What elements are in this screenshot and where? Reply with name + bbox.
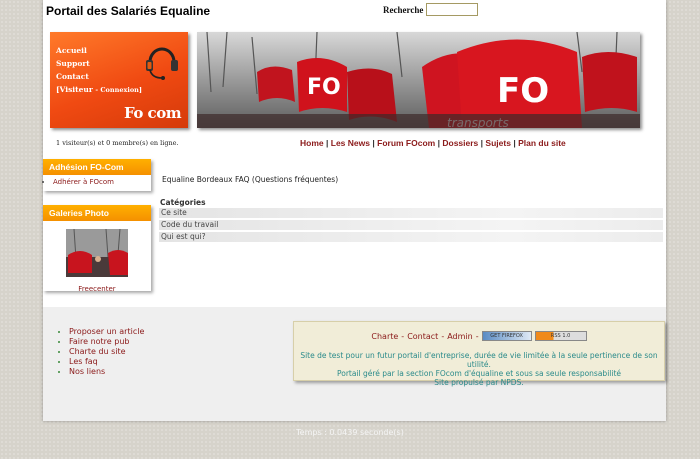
footer: Proposer un article Faire notre pub Char… (43, 307, 666, 421)
adhesion-block: Adhésion FO-Com Adhérer à FOcom (43, 159, 151, 191)
visitor-login: - Connexion] (95, 86, 142, 94)
list-item: Charte du site (69, 347, 144, 357)
list-item: Faire notre pub (69, 337, 144, 347)
menu-support[interactable]: Support (56, 57, 142, 70)
gallery-caption[interactable]: Freecenter (43, 285, 151, 293)
footer-credits: Charte - Contact - Admin - GET FIREFOX R… (294, 331, 664, 341)
svg-text:FO: FO (497, 71, 549, 111)
adhesion-title: Adhésion FO-Com (43, 159, 151, 175)
footer-link-proposer-article[interactable]: Proposer un article (69, 327, 144, 336)
list-item: Proposer un article (69, 327, 144, 337)
galleries-title: Galeries Photo (43, 205, 151, 221)
credit-separator: - (441, 331, 445, 341)
credit-separator: - (475, 331, 479, 341)
search-area: Recherche (383, 3, 479, 16)
nav-home[interactable]: Home (300, 138, 324, 148)
footer-link-faq[interactable]: Les faq (69, 357, 98, 366)
footer-link-faire-pub[interactable]: Faire notre pub (69, 337, 129, 346)
list-item: Nos liens (69, 367, 144, 377)
logo-brand: Fo com (124, 104, 182, 122)
visitor-login-link[interactable]: [Visiteur - Connexion] (56, 83, 142, 97)
nav-sujets[interactable]: Sujets (485, 138, 511, 148)
info-line-1: Site de test pour un futur portail d'ent… (300, 351, 658, 369)
banner-image: FO FO transports (197, 32, 640, 128)
menu-accueil[interactable]: Accueil (56, 44, 142, 57)
nav-plan-du-site[interactable]: Plan du site (518, 138, 566, 148)
visitor-prefix: [Visiteur (56, 85, 93, 94)
category-qui-est-qui[interactable]: Qui est qui? (159, 232, 663, 242)
site-title: Portail des Salariés Equaline (46, 4, 211, 18)
footer-info-text: Site de test pour un futur portail d'ent… (294, 351, 664, 387)
credit-separator: - (401, 331, 405, 341)
footer-links: Proposer un article Faire notre pub Char… (61, 327, 144, 377)
headset-icon (146, 47, 178, 80)
nav-separator: | (480, 138, 484, 148)
adhesion-list: Adhérer à FOcom (43, 178, 151, 186)
categories-heading: Catégories (160, 198, 206, 207)
faq-title: Equaline Bordeaux FAQ (Questions fréquen… (162, 175, 339, 184)
online-status: 1 visiteur(s) et 0 membre(s) en ligne. (56, 139, 179, 147)
nav-dossiers[interactable]: Dossiers (442, 138, 478, 148)
rss-badge[interactable]: RSS 1.0 (534, 331, 587, 341)
galleries-block: Galeries Photo Freecenter (43, 205, 151, 293)
nav-separator: | (372, 138, 375, 148)
nav-separator: | (437, 138, 440, 148)
gallery-photo (66, 229, 128, 277)
footer-info-box: Charte - Contact - Admin - GET FIREFOX R… (293, 321, 665, 387)
credit-contact[interactable]: Contact (407, 332, 438, 341)
list-item: Adhérer à FOcom (53, 178, 151, 186)
credit-admin[interactable]: Admin (447, 332, 473, 341)
render-time: Temps : 0.0439 seconde(s) (296, 428, 404, 437)
gallery-thumbnail[interactable] (66, 229, 128, 277)
search-label: Recherche (383, 4, 424, 15)
search-input[interactable] (426, 3, 479, 16)
nav-separator: | (326, 138, 329, 148)
menu-contact[interactable]: Contact (56, 70, 142, 83)
page-container: Portail des Salariés Equaline Recherche … (43, 0, 666, 421)
category-ce-site[interactable]: Ce site (159, 208, 663, 218)
info-line-3: Site propulsé par NPDS. (434, 378, 524, 387)
footer-link-nos-liens[interactable]: Nos liens (69, 367, 105, 376)
nav-les-news[interactable]: Les News (331, 138, 370, 148)
focom-logo-block: Accueil Support Contact [Visiteur - Conn… (50, 32, 188, 128)
nav-separator: | (513, 138, 516, 148)
list-item: Les faq (69, 357, 144, 367)
banner-flags-photo: FO FO transports (197, 32, 640, 128)
get-firefox-badge[interactable]: GET FIREFOX (481, 331, 532, 341)
svg-text:FO: FO (307, 75, 341, 100)
nav-forum-focom[interactable]: Forum FOcom (377, 138, 435, 148)
adherer-link[interactable]: Adhérer à FOcom (53, 178, 114, 186)
logo-menu: Accueil Support Contact [Visiteur - Conn… (56, 44, 142, 97)
credit-charte[interactable]: Charte (371, 332, 398, 341)
info-line-2: Portail géré par la section FOcom d'équa… (336, 369, 621, 378)
category-code-du-travail[interactable]: Code du travail (159, 220, 663, 230)
footer-link-charte[interactable]: Charte du site (69, 347, 126, 356)
top-navigation: Home | Les News | Forum FOcom | Dossiers… (300, 138, 566, 148)
